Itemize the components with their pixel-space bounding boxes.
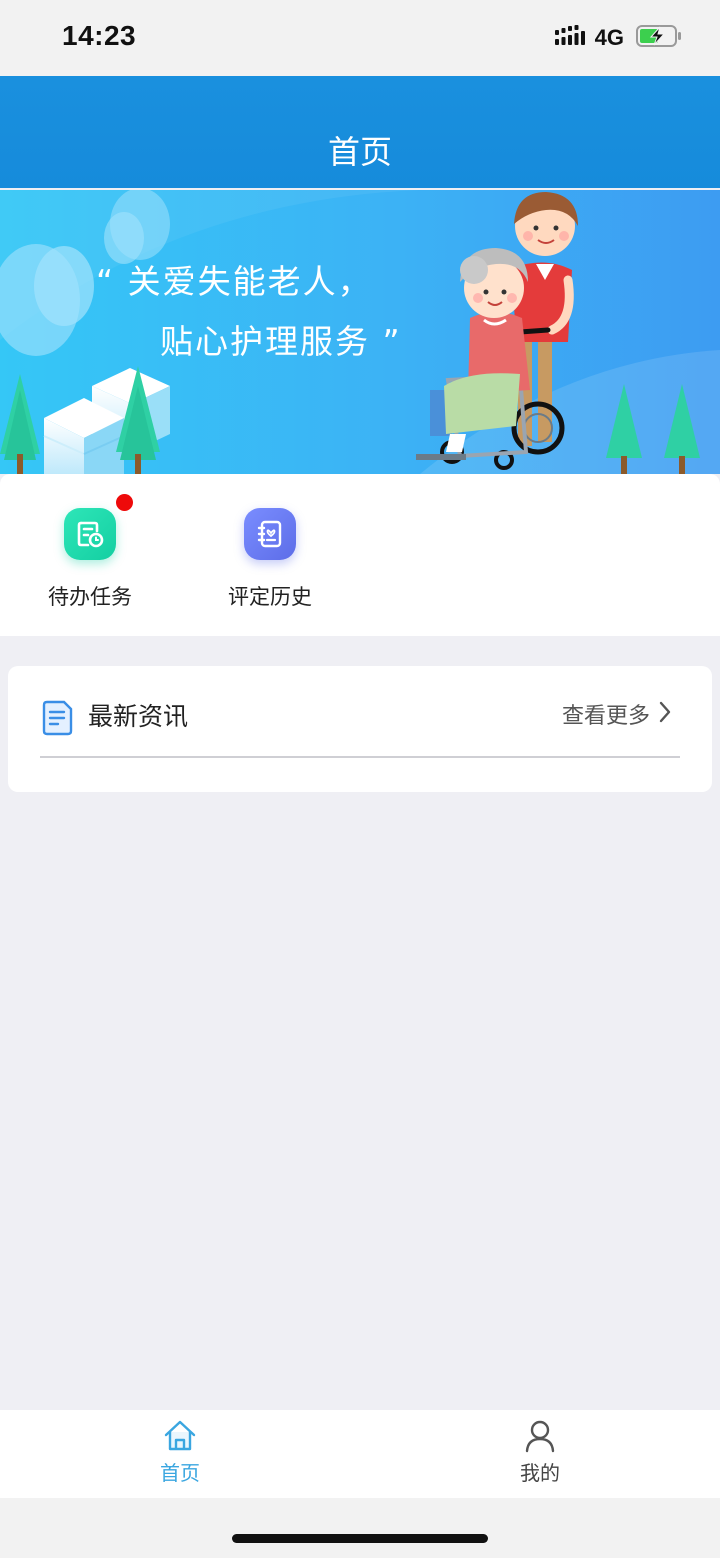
status-time: 14:23 xyxy=(62,20,137,51)
news-section-title: 最新资讯 xyxy=(88,702,189,731)
home-indicator[interactable] xyxy=(232,1534,488,1543)
tab-home-label: 首页 xyxy=(160,1461,200,1485)
signal-icon xyxy=(554,25,585,51)
news-document-icon xyxy=(40,700,74,740)
assessment-history-label: 评定历史 xyxy=(228,585,312,609)
news-divider xyxy=(40,756,680,758)
todo-tasks-button[interactable]: 待办任务 xyxy=(0,474,180,636)
view-more-label: 查看更多 xyxy=(561,704,650,729)
status-bar: 14:23 4G xyxy=(0,0,720,76)
banner[interactable]: “ 关爱失能老人， 贴心护理服务 ” xyxy=(0,190,720,474)
person-icon xyxy=(522,1418,558,1458)
tab-home[interactable]: 首页 xyxy=(0,1410,360,1498)
assessment-history-button[interactable]: 评定历史 xyxy=(180,474,360,636)
home-indicator-area xyxy=(0,1498,720,1558)
chevron-right-icon xyxy=(658,700,672,734)
tab-mine[interactable]: 我的 xyxy=(360,1410,720,1498)
page-title: 首页 xyxy=(327,133,392,171)
home-icon xyxy=(162,1418,198,1458)
task-document-icon xyxy=(64,508,116,560)
banner-slogan-line1: “ 关爱失能老人， xyxy=(96,262,373,301)
navigation-header: 首页 xyxy=(0,76,720,188)
view-more-link[interactable]: 查看更多 xyxy=(562,700,672,734)
network-type: 4G xyxy=(594,25,624,50)
quick-actions-panel: 待办任务 评定历史 xyxy=(0,474,720,636)
tab-mine-label: 我的 xyxy=(520,1461,560,1485)
tab-bar: 首页 我的 xyxy=(0,1410,720,1498)
history-contacts-icon xyxy=(244,508,296,560)
battery-charging-icon xyxy=(636,24,682,52)
status-indicators: 4G xyxy=(554,24,682,52)
banner-slogan-line2: 贴心护理服务 ” xyxy=(160,322,402,361)
todo-tasks-label: 待办任务 xyxy=(48,585,132,609)
news-card: 最新资讯 查看更多 xyxy=(8,666,712,792)
notification-badge xyxy=(116,494,133,511)
